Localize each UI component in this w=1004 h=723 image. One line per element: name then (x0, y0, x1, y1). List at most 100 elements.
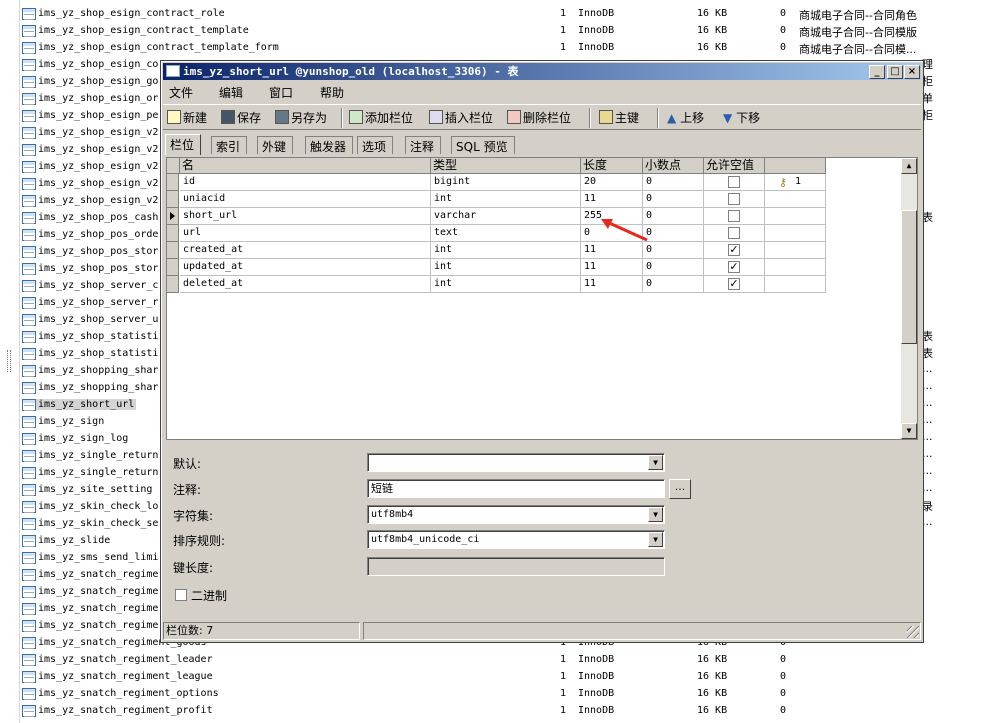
splitter-gutter[interactable] (0, 0, 20, 723)
background-table-row[interactable]: ims_yz_shop_esign_contract_template_form… (20, 40, 1004, 57)
binary-checkbox[interactable] (175, 589, 187, 601)
collation-dropdown[interactable]: utf8mb4_unicode_ci ▼ (367, 530, 665, 549)
menu-edit[interactable]: 编辑 (219, 84, 243, 101)
minimize-button[interactable]: _ (869, 65, 885, 79)
background-table-row[interactable]: ims_yz_shop_esign_contract_role 1 InnoDB 16… (20, 6, 1004, 23)
field-type-cell[interactable]: text (431, 225, 581, 242)
field-row[interactable]: deleted_at int 11 0 ✓ (167, 276, 826, 293)
column-header-length[interactable]: 长度 (581, 158, 643, 174)
row-header[interactable] (167, 174, 179, 191)
maximize-button[interactable]: □ (887, 65, 903, 79)
title-bar[interactable]: ims_yz_short_url @yunshop_old (localhost… (163, 63, 921, 80)
splitter-handle[interactable] (7, 350, 11, 372)
menu-file[interactable]: 文件 (169, 84, 193, 101)
background-table-row[interactable]: ims_yz_shop_esign_contract_template 1 Inno… (20, 23, 1004, 40)
primary-key-button[interactable]: 主键 (599, 109, 639, 127)
insert-field-button[interactable]: 插入栏位 (429, 109, 493, 127)
charset-dropdown[interactable]: utf8mb4 ▼ (367, 505, 665, 524)
column-header-name[interactable]: 名 (180, 158, 431, 174)
nullable-checkbox[interactable]: ✓ (728, 278, 740, 290)
background-table-row[interactable]: ims_yz_snatch_regiment_leader 1 InnoDB 16 K… (20, 652, 1004, 669)
delete-field-button[interactable]: 删除栏位 (507, 109, 571, 127)
scroll-thumb[interactable] (901, 210, 917, 344)
row-header[interactable] (167, 259, 179, 276)
chevron-down-icon[interactable]: ▼ (648, 507, 663, 522)
field-type-cell[interactable]: varchar (431, 208, 581, 225)
field-name-cell[interactable]: short_url (180, 208, 431, 225)
field-name-cell[interactable]: deleted_at (180, 276, 431, 293)
field-type-cell[interactable]: int (431, 242, 581, 259)
field-name-cell[interactable]: id (180, 174, 431, 191)
tab-indexes[interactable]: 索引 (211, 136, 248, 154)
scroll-up-button[interactable]: ▲ (901, 158, 917, 174)
tab-foreign-keys[interactable]: 外键 (257, 136, 294, 154)
field-name-cell[interactable]: uniacid (180, 191, 431, 208)
tab-sql-preview[interactable]: SQL 预览 (451, 136, 515, 154)
nullable-checkbox[interactable] (728, 210, 740, 222)
field-name-cell[interactable]: url (180, 225, 431, 242)
field-type-cell[interactable]: bigint (431, 174, 581, 191)
row-header[interactable] (167, 225, 179, 242)
row-header[interactable] (167, 242, 179, 259)
row-header[interactable] (167, 276, 179, 293)
comment-ellipsis-button[interactable]: ... (669, 479, 691, 499)
move-down-button[interactable]: ▼ 下移 (723, 109, 760, 127)
column-header-nullable[interactable]: 允许空值 (704, 158, 765, 174)
background-table-row[interactable]: ims_yz_snatch_regiment_league 1 InnoDB 16 K… (20, 669, 1004, 686)
tab-triggers[interactable]: 触发器 (305, 136, 354, 154)
field-length-cell[interactable]: 20 (581, 174, 643, 191)
field-key-cell (765, 276, 826, 293)
tab-comments[interactable]: 注释 (405, 136, 442, 154)
table-icon (22, 484, 36, 496)
field-row[interactable]: uniacid int 11 0 (167, 191, 826, 208)
field-row[interactable]: id bigint 20 0 ⚷ 1 (167, 174, 826, 191)
nullable-checkbox[interactable] (728, 193, 740, 205)
grid-vertical-scrollbar[interactable]: ▲ ▼ (901, 158, 917, 439)
field-row[interactable]: created_at int 11 0 ✓ (167, 242, 826, 259)
field-row[interactable]: url text 0 0 (167, 225, 826, 242)
new-button[interactable]: 新建 (167, 109, 207, 127)
field-decimals-cell[interactable]: 0 (643, 259, 704, 276)
save-button[interactable]: 保存 (221, 109, 261, 127)
field-type-cell[interactable]: int (431, 259, 581, 276)
chevron-down-icon[interactable]: ▼ (648, 532, 663, 547)
default-dropdown[interactable]: ▼ (367, 453, 665, 472)
field-length-cell[interactable]: 11 (581, 259, 643, 276)
field-name-cell[interactable]: created_at (180, 242, 431, 259)
field-length-cell[interactable]: 11 (581, 276, 643, 293)
nullable-checkbox[interactable]: ✓ (728, 244, 740, 256)
field-type-cell[interactable]: int (431, 191, 581, 208)
fields-grid[interactable]: 名 类型 长度 小数点 允许空值 id bigint 20 0 ⚷ 1 uniacid int… (166, 157, 918, 440)
column-header-type[interactable]: 类型 (431, 158, 581, 174)
table-c4: 0 (780, 42, 787, 53)
field-name-cell[interactable]: updated_at (180, 259, 431, 276)
field-row[interactable]: updated_at int 11 0 ✓ (167, 259, 826, 276)
tab-fields[interactable]: 栏位 (165, 134, 202, 155)
chevron-down-icon[interactable]: ▼ (648, 455, 663, 470)
save-as-button[interactable]: 另存为 (275, 109, 327, 127)
background-table-row[interactable]: ims_yz_snatch_regiment_profit 1 InnoDB 16 K… (20, 703, 1004, 720)
close-button[interactable]: × (904, 65, 920, 79)
nullable-checkbox[interactable] (728, 227, 740, 239)
move-up-button[interactable]: ▲ 上移 (667, 109, 704, 127)
nullable-checkbox[interactable] (728, 176, 740, 188)
field-decimals-cell[interactable]: 0 (643, 276, 704, 293)
add-field-button[interactable]: 添加栏位 (349, 109, 413, 127)
nullable-checkbox[interactable]: ✓ (728, 261, 740, 273)
tab-options[interactable]: 选项 (357, 136, 394, 154)
field-decimals-cell[interactable]: 0 (643, 191, 704, 208)
field-decimals-cell[interactable]: 0 (643, 174, 704, 191)
background-table-row[interactable]: ims_yz_snatch_regiment_options 1 InnoDB 16 … (20, 686, 1004, 703)
field-length-cell[interactable]: 11 (581, 191, 643, 208)
comment-input[interactable]: 短链 (367, 479, 665, 498)
column-header-key (765, 158, 826, 174)
field-type-cell[interactable]: int (431, 276, 581, 293)
scroll-down-button[interactable]: ▼ (901, 423, 917, 439)
menu-help[interactable]: 帮助 (320, 84, 344, 101)
menu-window[interactable]: 窗口 (269, 84, 293, 101)
row-header[interactable] (167, 208, 179, 225)
field-row[interactable]: short_url varchar 255 0 (167, 208, 826, 225)
column-header-decimals[interactable]: 小数点 (643, 158, 704, 174)
row-header[interactable] (167, 191, 179, 208)
resize-grip[interactable] (907, 626, 919, 638)
